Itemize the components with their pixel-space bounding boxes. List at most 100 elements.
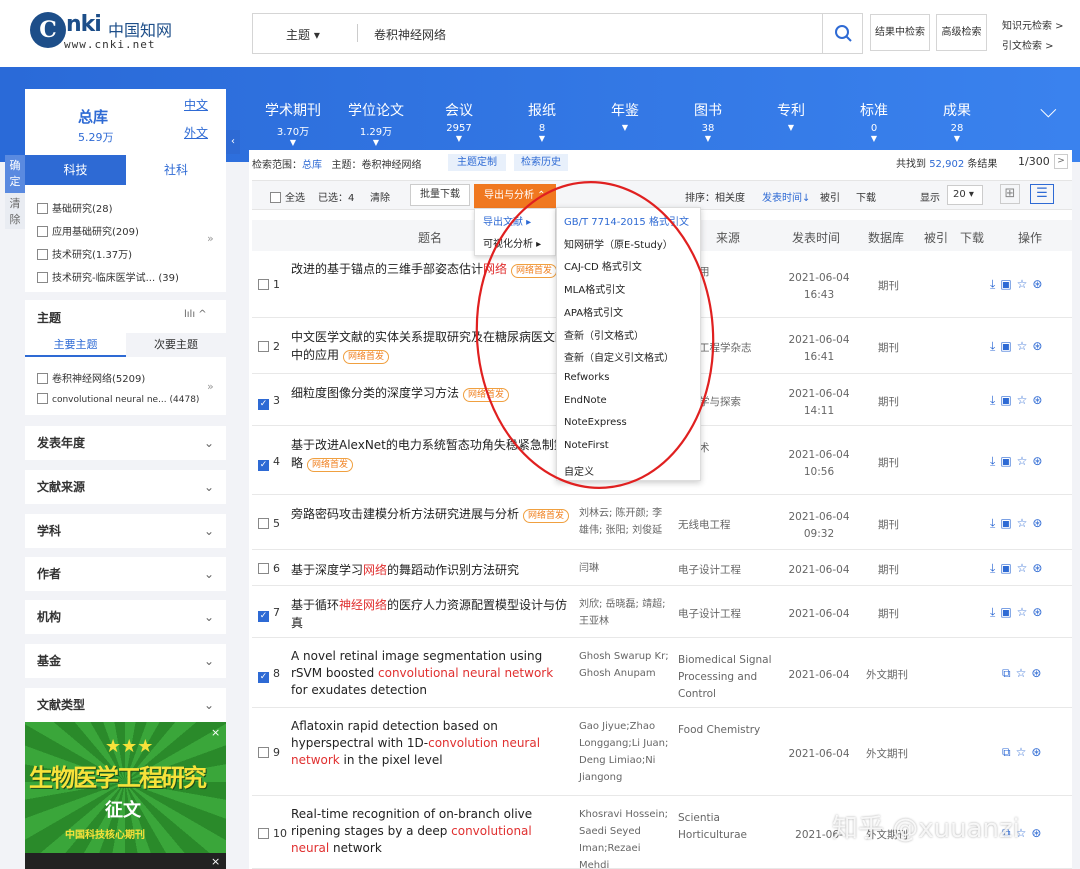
facet-5[interactable]: 基金 ⌄ (25, 644, 226, 678)
search-field-select[interactable]: 主题 ▾ (286, 26, 320, 43)
advanced-search-button[interactable]: 高级检索 (936, 14, 987, 51)
search-input[interactable]: 卷积神经网络 (374, 26, 446, 43)
citation-search-link[interactable]: 引文检索 > (1002, 37, 1054, 52)
facet-4[interactable]: 机构 ⌄ (25, 600, 226, 634)
result-title[interactable]: Real-time recognition of on-branch olive… (291, 806, 571, 857)
star-icon[interactable]: ☆ (1017, 605, 1028, 619)
source-link[interactable]: 电子设计工程 (678, 562, 778, 579)
topic-chart-icon[interactable]: lılı ^ (184, 309, 207, 320)
tab-science[interactable]: 科技 (25, 155, 126, 185)
select-all-checkbox[interactable]: 全选 (270, 189, 305, 204)
read-icon[interactable]: ▣ (1000, 605, 1011, 619)
star-icon[interactable]: ☆ (1017, 393, 1028, 407)
facet-6[interactable]: 文献类型 ⌄ (25, 688, 226, 722)
copy-icon[interactable]: ⧉ (1002, 745, 1011, 759)
star-icon[interactable]: ☆ (1017, 516, 1028, 530)
cnki-logo[interactable]: C (30, 12, 66, 48)
download-icon[interactable]: ⤓ (990, 561, 995, 575)
ad-banner[interactable]: ★★★ 生物医学工程研究 征文 中国科技核心期刊 × × (25, 722, 226, 869)
quote-icon[interactable]: ⊛ (1032, 605, 1042, 619)
row-checkbox[interactable]: ✓ 3 (258, 394, 280, 410)
grid-view-icon[interactable]: ⊞ (1000, 184, 1020, 204)
row-checkbox[interactable]: ✓ 8 (258, 667, 280, 683)
close-icon[interactable]: × (211, 726, 220, 739)
col-date[interactable]: 发表时间 (792, 229, 840, 246)
col-download[interactable]: 下载 (960, 229, 984, 246)
more-arrow-icon[interactable]: » (207, 232, 214, 245)
checkbox[interactable]: ✓ (258, 611, 269, 622)
quote-icon[interactable]: ⊛ (1031, 826, 1041, 840)
read-icon[interactable]: ▣ (1000, 516, 1011, 530)
db-tab[interactable]: 学位论文 1.29万 ▼ (336, 100, 416, 147)
sort-time[interactable]: 发表时间↓ (762, 189, 810, 204)
checkbox[interactable]: ✓ (258, 399, 269, 410)
read-icon[interactable]: ▣ (1000, 277, 1011, 291)
result-title[interactable]: 基于循环神经网络的医疗人力资源配置模型设计与仿真 (291, 596, 571, 632)
download-icon[interactable]: ⤓ (990, 277, 995, 291)
checkbox[interactable] (37, 373, 48, 384)
row-checkbox[interactable]: 6 (258, 562, 280, 575)
quote-icon[interactable]: ⊛ (1032, 393, 1042, 407)
topic-custom-button[interactable]: 主题定制 (448, 154, 506, 171)
category-item[interactable]: 基础研究(28) (37, 200, 113, 215)
row-checkbox[interactable]: 2 (258, 340, 280, 353)
row-checkbox[interactable]: ✓ 4 (258, 455, 280, 471)
quote-icon[interactable]: ⊛ (1031, 745, 1041, 759)
row-checkbox[interactable]: 1 (258, 278, 280, 291)
download-icon[interactable]: ⤓ (990, 339, 995, 353)
search-history-button[interactable]: 检索历史 (514, 154, 568, 171)
db-tab[interactable]: 专利 ▼ (751, 100, 831, 132)
batch-download-button[interactable]: 批量下载 (410, 184, 470, 206)
tab-social[interactable]: 社科 (126, 155, 226, 185)
next-page-button[interactable]: > (1054, 154, 1068, 169)
result-search-button[interactable]: 结果中检索 (870, 14, 930, 51)
collapse-panel-button[interactable]: ‹ (226, 130, 240, 154)
result-title[interactable]: 旁路密码攻击建模分析方法研究进展与分析 网络首发 (291, 505, 571, 523)
author-list[interactable]: 闫琳 (579, 560, 669, 577)
facet-1[interactable]: 文献来源 ⌄ (25, 470, 226, 504)
category-item[interactable]: 应用基础研究(209) (37, 223, 139, 238)
download-icon[interactable]: ⤓ (990, 393, 995, 407)
result-title[interactable]: A novel retinal image segmentation using… (291, 648, 571, 699)
page-size-select[interactable]: 20 ▾ (947, 185, 983, 205)
read-icon[interactable]: ▣ (1000, 393, 1011, 407)
star-icon[interactable]: ☆ (1017, 277, 1028, 291)
db-tab[interactable]: 图书 38 ▼ (668, 100, 748, 143)
facet-3[interactable]: 作者 ⌄ (25, 557, 226, 591)
quote-icon[interactable]: ⊛ (1032, 561, 1042, 575)
checkbox[interactable] (258, 827, 269, 839)
author-list[interactable]: 刘林云; 陈开颜; 李雄伟; 张阳; 刘俊延 (579, 505, 669, 539)
download-icon[interactable]: ⤓ (990, 516, 995, 530)
checkbox[interactable] (37, 393, 48, 404)
checkbox[interactable] (258, 279, 269, 290)
quote-icon[interactable]: ⊛ (1032, 339, 1042, 353)
author-list[interactable]: 刘欣; 岳晓磊; 靖超; 王亚林 (579, 596, 669, 630)
db-tab[interactable]: 成果 28 ▼ (917, 100, 997, 143)
source-link[interactable]: 无线电工程 (678, 517, 778, 534)
checkbox[interactable] (37, 203, 48, 214)
facet-2[interactable]: 学科 ⌄ (25, 514, 226, 548)
read-icon[interactable]: ▣ (1000, 561, 1011, 575)
source-link[interactable]: 电子设计工程 (678, 606, 778, 623)
source-link[interactable]: Food Chemistry (678, 722, 778, 739)
search-button[interactable] (822, 13, 863, 54)
star-icon[interactable]: ☆ (1017, 339, 1028, 353)
expand-chevron-icon[interactable]: ⌵ (1040, 98, 1057, 123)
db-tab[interactable]: 报纸 8 ▼ (502, 100, 582, 143)
author-list[interactable]: Gao Jiyue;Zhao Longgang;Li Juan; Deng Li… (579, 718, 669, 786)
topic-item[interactable]: convolutional neural ne... (4478) (37, 393, 199, 405)
checkbox[interactable] (258, 747, 269, 758)
checkbox[interactable]: ✓ (258, 672, 269, 683)
star-icon[interactable]: ☆ (1017, 561, 1028, 575)
copy-icon[interactable]: ⧉ (1002, 666, 1011, 680)
row-checkbox[interactable]: 10 (258, 827, 287, 840)
checkbox[interactable] (258, 563, 269, 574)
db-tab[interactable]: 年鉴 ▼ (585, 100, 665, 132)
category-item[interactable]: 技术研究(1.37万) (37, 246, 132, 261)
row-checkbox[interactable]: ✓ 7 (258, 606, 280, 622)
download-icon[interactable]: ⤓ (990, 454, 995, 468)
clear-selection-link[interactable]: 清除 (370, 189, 390, 204)
knowledge-search-link[interactable]: 知识元检索 > (1002, 17, 1064, 32)
checkbox[interactable] (37, 226, 48, 237)
clear-side-button[interactable]: 清除 (5, 193, 25, 229)
